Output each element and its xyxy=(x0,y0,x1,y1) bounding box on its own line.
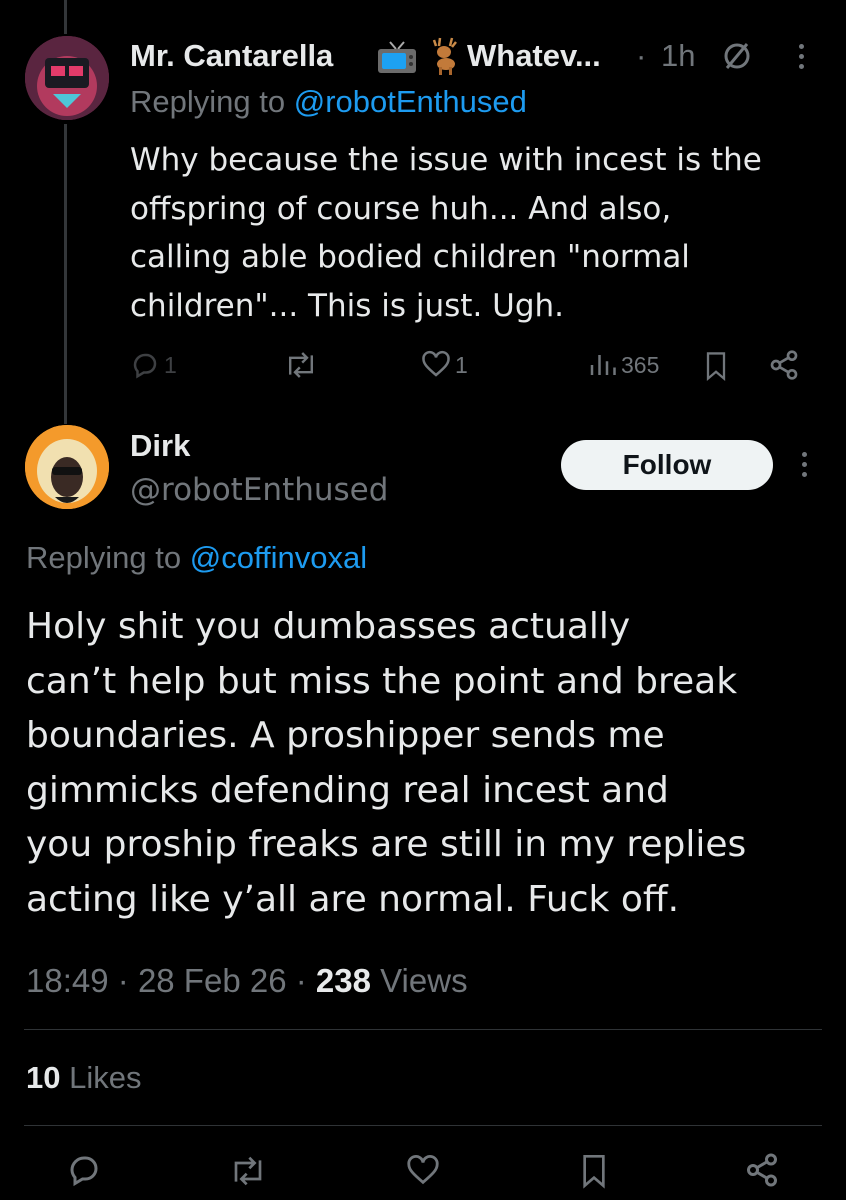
comment-icon xyxy=(133,353,157,379)
retweet-icon xyxy=(289,352,313,378)
reply-tweet-text: Why because the issue with incest is the… xyxy=(130,136,762,330)
main-more-icon[interactable] xyxy=(802,452,807,477)
reply-author-suffix: Whatev... xyxy=(467,38,601,73)
comment-icon xyxy=(70,1156,98,1187)
reply-text-line: children"... This is just. Ugh. xyxy=(130,287,565,324)
views-label: Views xyxy=(380,962,468,999)
likes-summary[interactable]: 10 Likes xyxy=(26,1060,141,1096)
reply-replying-to: Replying to @robotEnthused xyxy=(130,84,527,120)
avatar-dirk-image xyxy=(25,425,109,509)
divider xyxy=(24,1029,822,1030)
muted-circle-icon xyxy=(724,43,750,69)
main-bookmark-button[interactable] xyxy=(578,1152,610,1190)
main-author-name[interactable]: Dirk xyxy=(130,428,190,464)
main-text-line: acting like y’all are normal. Fuck off. xyxy=(26,878,680,920)
main-text-line: boundaries. A proshipper sends me xyxy=(26,715,665,756)
reply-text-line: offspring of course huh... And also, xyxy=(130,190,672,227)
likes-label: Likes xyxy=(69,1060,142,1095)
reply-views-button[interactable]: 365 xyxy=(587,350,659,380)
heart-icon xyxy=(407,1154,439,1185)
follow-button[interactable]: Follow xyxy=(561,440,773,490)
main-text-line: Holy shit you dumbasses actually xyxy=(26,606,631,647)
views-count: 238 xyxy=(315,962,371,999)
avatar-cantarella[interactable] xyxy=(25,36,109,120)
views-icon xyxy=(590,355,616,375)
main-like-button[interactable] xyxy=(405,1154,441,1188)
reply-author-display-name: Mr. Cantarella xyxy=(130,38,334,73)
reply-replying-prefix: Replying to xyxy=(130,84,286,119)
main-tweet-text: Holy shit you dumbasses actually can’t h… xyxy=(26,600,746,927)
tv-emoji-icon xyxy=(378,41,416,73)
reply-text-line: calling able bodied children "normal xyxy=(130,239,690,275)
reply-share-button[interactable] xyxy=(768,349,800,381)
reply-replying-handle[interactable]: @robotEnthused xyxy=(294,84,527,119)
main-author-handle[interactable]: @robotEnthused xyxy=(130,472,388,508)
reply-text-line: Why because the issue with incest is the xyxy=(130,142,762,178)
main-share-button[interactable] xyxy=(744,1152,780,1188)
tweet-date[interactable]: 28 Feb 26 xyxy=(138,962,287,999)
main-text-line: you proship freaks are still in my repli… xyxy=(26,824,747,865)
retweet-icon xyxy=(234,1156,262,1186)
reply-bookmark-button[interactable] xyxy=(702,350,730,382)
main-reply-button[interactable] xyxy=(66,1152,102,1188)
avatar-dirk[interactable] xyxy=(25,425,109,509)
share-icon xyxy=(747,1153,777,1187)
reply-comment-count: 1 xyxy=(164,351,177,378)
reply-like-count: 1 xyxy=(455,351,468,378)
thread-line-top xyxy=(64,0,67,34)
heart-icon xyxy=(422,350,450,377)
meta-separator: · xyxy=(117,962,129,999)
reply-author-name[interactable]: Mr. Cantarella xyxy=(130,38,333,74)
share-icon xyxy=(770,350,798,380)
reply-comment-button[interactable]: 1 xyxy=(130,350,177,380)
reply-more-icon[interactable] xyxy=(799,44,804,69)
main-replying-to: Replying to @coffinvoxal xyxy=(26,540,367,576)
main-replying-handle[interactable]: @coffinvoxal xyxy=(190,540,367,575)
reply-like-button[interactable]: 1 xyxy=(421,350,468,380)
thread-line xyxy=(64,124,67,424)
main-text-line: can’t help but miss the point and break xyxy=(26,660,738,702)
avatar-cantarella-image xyxy=(25,36,109,120)
tweet-time[interactable]: 18:49 xyxy=(26,962,109,999)
deer-emoji-icon xyxy=(432,37,457,75)
bookmark-icon xyxy=(706,352,726,382)
tweet-metadata: 18:49 · 28 Feb 26 · 238 Views xyxy=(26,962,468,1000)
reply-retweet-button[interactable] xyxy=(283,350,319,380)
reply-view-count: 365 xyxy=(621,351,660,378)
likes-count: 10 xyxy=(26,1060,61,1095)
divider xyxy=(24,1125,822,1126)
bookmark-icon xyxy=(583,1155,605,1189)
main-text-line: gimmicks defending real incest and xyxy=(26,769,669,811)
main-retweet-button[interactable] xyxy=(228,1154,268,1188)
reply-time-separator: · xyxy=(636,38,647,73)
reply-timestamp[interactable]: 1h xyxy=(661,38,695,73)
meta-separator: · xyxy=(295,962,307,999)
main-replying-prefix: Replying to xyxy=(26,540,182,575)
